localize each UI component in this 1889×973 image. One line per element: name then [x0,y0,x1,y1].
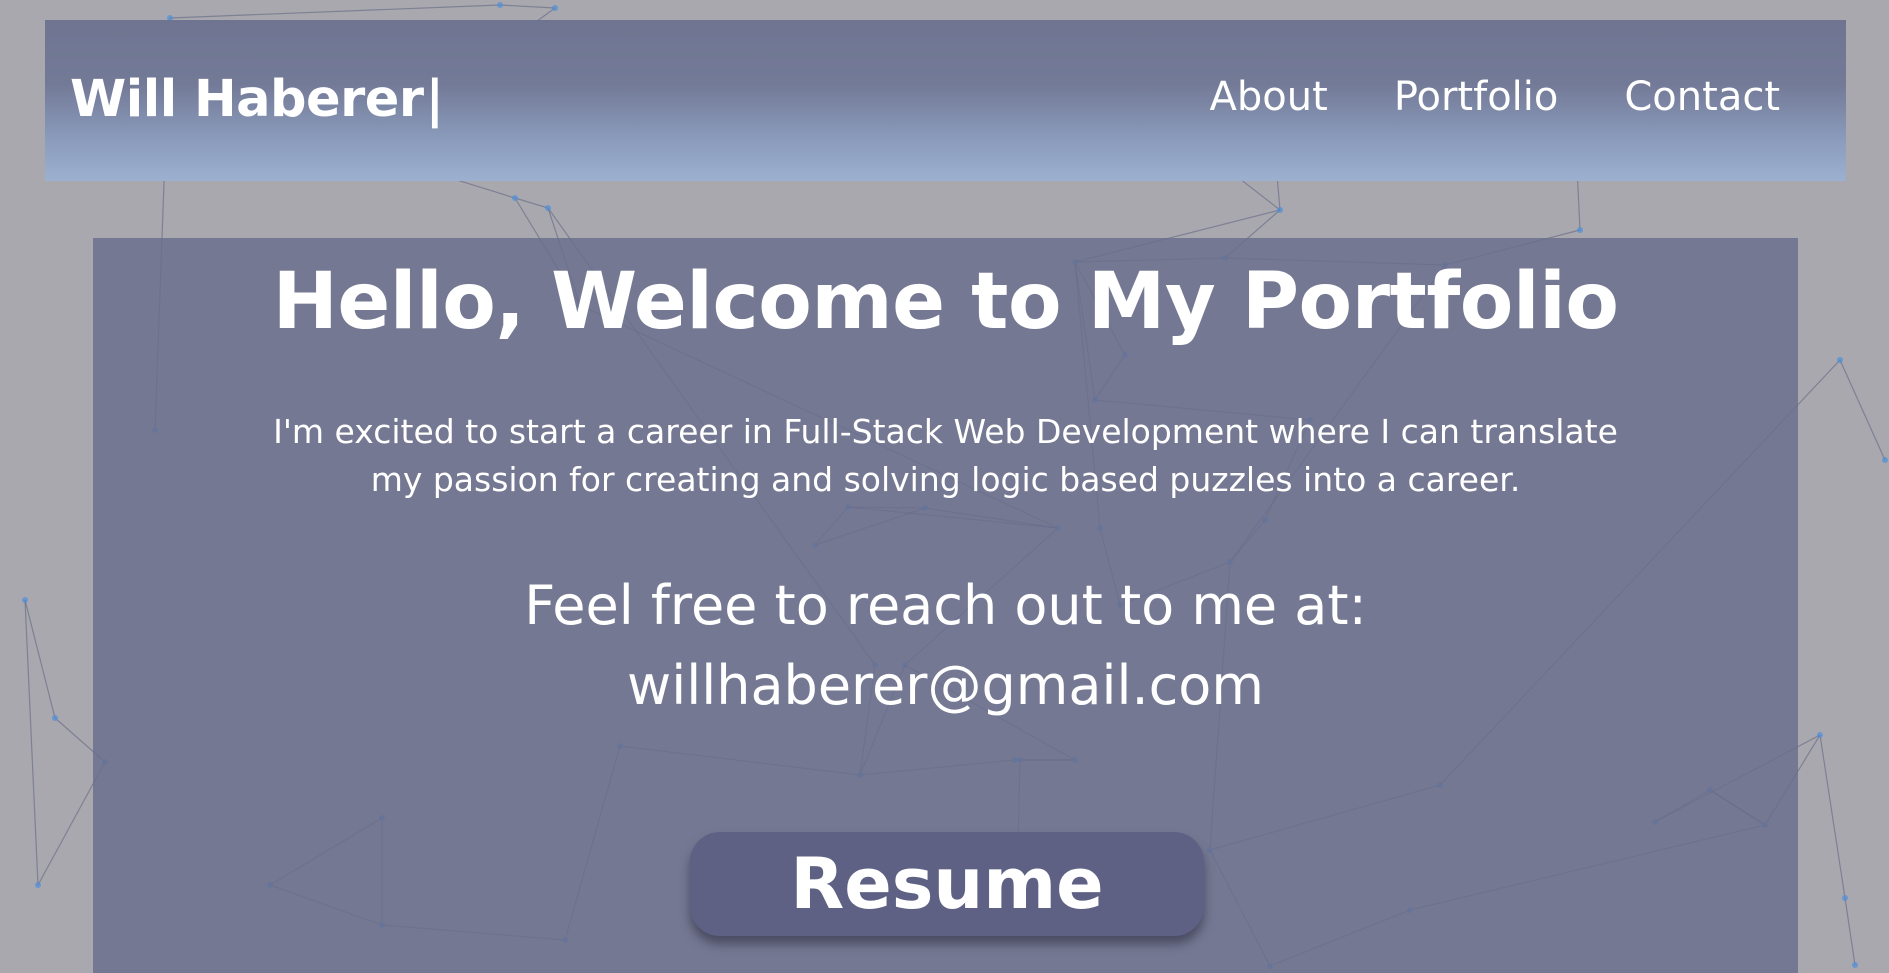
network-node [35,882,41,888]
network-node [1817,732,1823,738]
hero-panel: Hello, Welcome to My Portfolio I'm excit… [93,238,1798,973]
network-node [1277,207,1283,213]
brand-name: Will Haberer [70,70,424,129]
contact-email[interactable]: willhaberer@gmail.com [93,654,1798,717]
network-node [512,195,518,201]
network-node [52,715,58,721]
brand-title[interactable]: Will Haberer| [70,70,444,129]
network-node [1577,227,1583,233]
site-header: Will Haberer| About Portfolio Contact [45,20,1846,181]
nav-link-portfolio[interactable]: Portfolio [1394,74,1559,120]
main-nav: About Portfolio Contact [1210,74,1780,120]
network-node [22,597,28,603]
nav-link-about[interactable]: About [1210,74,1328,120]
intro-text: I'm excited to start a career in Full-St… [273,412,1618,499]
network-node [1852,962,1858,968]
network-edge [1819,734,1846,899]
network-node [552,5,558,11]
network-edge [499,4,556,9]
network-edge [1839,359,1886,461]
contact-prompt: Feel free to reach out to me at: [524,574,1367,637]
network-node [497,2,503,8]
network-edge [1844,897,1856,966]
network-node [1842,895,1848,901]
network-edge [169,4,501,19]
network-node [1882,457,1888,463]
nav-link-contact[interactable]: Contact [1624,74,1780,120]
hero-title: Hello, Welcome to My Portfolio [272,257,1619,347]
resume-button[interactable]: Resume [690,832,1204,936]
network-node [545,205,551,211]
typing-cursor: | [425,70,445,129]
network-node [1837,357,1843,363]
